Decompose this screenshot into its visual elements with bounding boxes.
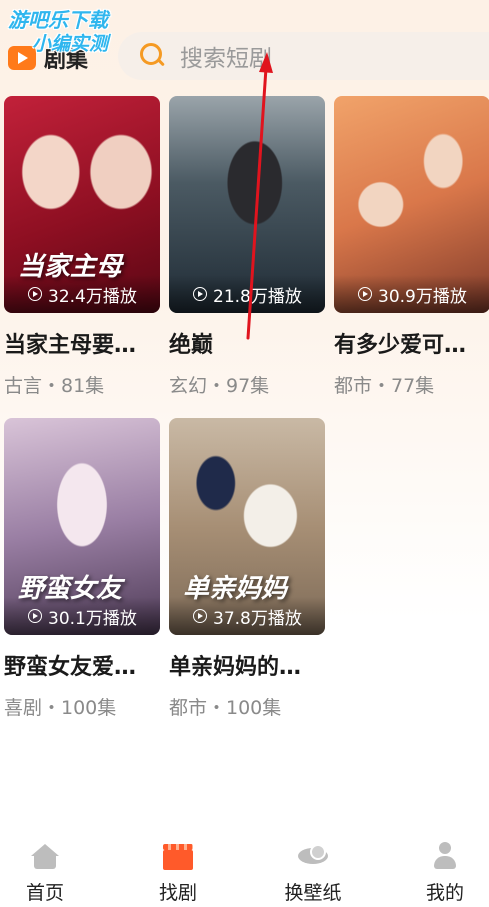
tab-home[interactable]: 首页	[0, 842, 90, 905]
watermark: 游吧乐下载 小编实测	[8, 8, 108, 56]
play-count-text: 21.8万播放	[213, 286, 302, 307]
drama-poster[interactable]: 21.8万播放	[169, 96, 325, 313]
drama-poster[interactable]: 单亲妈妈 37.8万播放	[169, 418, 325, 635]
play-circle-icon	[358, 287, 372, 301]
drama-title[interactable]: 绝巅	[169, 327, 329, 359]
search-icon	[140, 43, 166, 69]
drama-card[interactable]: 野蛮女友 30.1万播放 野蛮女友爱… 喜剧・100集	[4, 418, 160, 720]
play-count: 32.4万播放	[4, 275, 160, 313]
search-placeholder: 搜索短剧	[180, 46, 272, 72]
drama-poster[interactable]: 30.9万播放	[334, 96, 489, 313]
drama-poster[interactable]: 当家主母 32.4万播放	[4, 96, 160, 313]
play-count: 37.8万播放	[169, 597, 325, 635]
drama-meta: 都市・100集	[169, 697, 282, 719]
play-circle-icon	[28, 287, 42, 301]
drama-card[interactable]: 30.9万播放 有多少爱可… 都市・77集	[334, 96, 489, 398]
drama-card[interactable]: 当家主母 32.4万播放 当家主母要… 古言・81集	[4, 96, 160, 398]
tab-label: 换壁纸	[284, 882, 342, 904]
drama-meta: 玄幻・97集	[169, 375, 270, 397]
play-count-text: 30.9万播放	[378, 286, 467, 307]
tab-label: 首页	[25, 882, 64, 904]
tab-label: 我的	[425, 882, 464, 904]
play-circle-icon	[28, 609, 42, 623]
drama-title[interactable]: 野蛮女友爱…	[4, 649, 164, 681]
clapperboard-icon	[163, 842, 193, 870]
play-circle-icon	[193, 609, 207, 623]
play-count: 30.1万播放	[4, 597, 160, 635]
drama-meta: 都市・77集	[334, 375, 435, 397]
user-icon	[430, 842, 460, 870]
home-icon	[30, 842, 60, 870]
bottom-tab-bar: 首页 找剧 换壁纸 我的	[0, 830, 489, 907]
watermark-line2: 小编实测	[32, 33, 109, 55]
tab-mine[interactable]: 我的	[400, 842, 489, 905]
play-count-text: 30.1万播放	[48, 608, 137, 629]
play-count: 30.9万播放	[334, 275, 489, 313]
drama-card[interactable]: 21.8万播放 绝巅 玄幻・97集	[169, 96, 325, 398]
drama-title[interactable]: 当家主母要…	[4, 327, 164, 359]
search-input[interactable]: 搜索短剧	[118, 32, 489, 80]
play-count-text: 37.8万播放	[213, 608, 302, 629]
tab-wallpaper[interactable]: 换壁纸	[268, 842, 358, 905]
play-circle-icon	[193, 287, 207, 301]
tab-label: 找剧	[158, 882, 197, 904]
watermark-line1: 游吧乐下载	[8, 8, 108, 32]
play-count-text: 32.4万播放	[48, 286, 137, 307]
drama-card[interactable]: 单亲妈妈 37.8万播放 单亲妈妈的… 都市・100集	[169, 418, 325, 720]
drama-meta: 喜剧・100集	[4, 697, 117, 719]
wallpaper-icon	[298, 842, 328, 870]
drama-poster[interactable]: 野蛮女友 30.1万播放	[4, 418, 160, 635]
drama-meta: 古言・81集	[4, 375, 105, 397]
drama-title[interactable]: 单亲妈妈的…	[169, 649, 329, 681]
play-count: 21.8万播放	[169, 275, 325, 313]
drama-title[interactable]: 有多少爱可…	[334, 327, 489, 359]
tab-find-drama[interactable]: 找剧	[133, 842, 223, 905]
